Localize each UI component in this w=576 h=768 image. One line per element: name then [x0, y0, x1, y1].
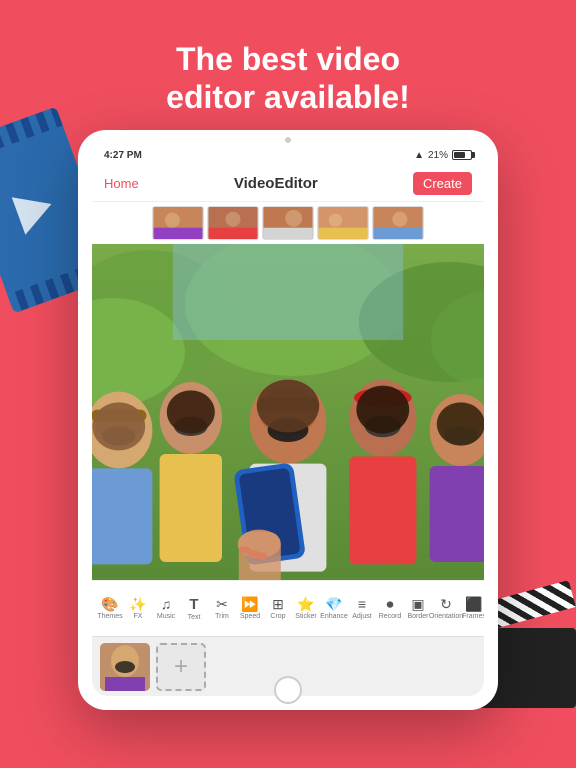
tool-music[interactable]: ♫ Music — [152, 597, 180, 620]
fx-label: FX — [134, 613, 143, 620]
header-line1: The best video — [0, 40, 576, 78]
thumb-4[interactable] — [317, 206, 369, 240]
tool-speed[interactable]: ⏩ Speed — [236, 597, 264, 620]
text-icon: T — [189, 597, 198, 612]
battery-bar — [452, 150, 472, 160]
sticker-icon: ⭐ — [297, 597, 314, 611]
tool-trim[interactable]: ✂ Trim — [208, 597, 236, 620]
video-frame — [92, 244, 484, 580]
nav-create-button[interactable]: Create — [413, 172, 472, 195]
play-icon — [12, 185, 59, 235]
status-time: 4:27 PM — [104, 150, 142, 161]
themes-label: Themes — [97, 613, 122, 620]
tool-themes[interactable]: 🎨 Themes — [96, 597, 124, 620]
enhance-icon: 💎 — [325, 597, 342, 611]
nav-bar: Home VideoEditor Create — [92, 166, 484, 202]
trim-icon: ✂ — [216, 597, 228, 611]
header-tagline: The best video editor available! — [0, 0, 576, 117]
tool-enhance[interactable]: 💎 Enhance — [320, 597, 348, 620]
tool-text[interactable]: T Text — [180, 597, 208, 621]
ipad-device: 4:27 PM ▲ 21% Home VideoEditor Create — [78, 130, 498, 710]
text-label: Text — [188, 614, 201, 621]
tool-sticker[interactable]: ⭐ Sticker — [292, 597, 320, 620]
thumbnail-strip — [92, 202, 484, 244]
header-line2: editor available! — [0, 78, 576, 116]
video-preview-area[interactable] — [92, 244, 484, 580]
tray-add-button[interactable]: + — [156, 643, 206, 691]
record-icon: ⏺ — [387, 597, 394, 611]
adjust-label: Adjust — [352, 613, 371, 620]
crop-label: Crop — [270, 613, 285, 620]
thumb-3[interactable] — [262, 206, 314, 240]
tool-crop[interactable]: ⊞ Crop — [264, 597, 292, 620]
nav-title: VideoEditor — [234, 175, 318, 192]
border-icon: ▣ — [411, 597, 424, 611]
tool-record[interactable]: ⏺ Record — [376, 597, 404, 620]
tool-border[interactable]: ▣ Border — [404, 597, 432, 620]
add-icon: + — [174, 655, 188, 679]
tool-fx[interactable]: ✨ FX — [124, 597, 152, 620]
tool-orientation[interactable]: ↻ Orientation — [432, 597, 460, 620]
adjust-icon: ≡ — [358, 597, 366, 611]
thumb-2[interactable] — [207, 206, 259, 240]
trim-label: Trim — [215, 613, 229, 620]
music-label: Music — [157, 613, 175, 620]
record-label: Record — [379, 613, 402, 620]
border-label: Border — [407, 613, 428, 620]
status-right: ▲ 21% — [414, 150, 472, 161]
orientation-icon: ↻ — [440, 597, 452, 611]
frames-label: Frames — [462, 613, 484, 620]
enhance-label: Enhance — [320, 613, 348, 620]
music-icon: ♫ — [161, 597, 172, 611]
wifi-icon: ▲ — [414, 150, 424, 161]
orientation-label: Orientation — [429, 613, 463, 620]
speed-label: Speed — [240, 613, 260, 620]
fx-icon: ✨ — [129, 597, 146, 611]
nav-home-button[interactable]: Home — [104, 176, 139, 191]
crop-icon: ⊞ — [272, 597, 284, 611]
editing-toolbar: 🎨 Themes ✨ FX ♫ Music T Text ✂ Trim ⏩ Sp… — [92, 580, 484, 636]
status-bar: 4:27 PM ▲ 21% — [92, 144, 484, 166]
tool-adjust[interactable]: ≡ Adjust — [348, 597, 376, 620]
camera-dot — [285, 137, 291, 143]
speed-icon: ⏩ — [241, 597, 258, 611]
ipad-screen: 4:27 PM ▲ 21% Home VideoEditor Create — [92, 144, 484, 696]
themes-icon: 🎨 — [101, 597, 118, 611]
thumb-1[interactable] — [152, 206, 204, 240]
thumb-5[interactable] — [372, 206, 424, 240]
tool-frames[interactable]: ⬛ Frames — [460, 597, 484, 620]
home-button[interactable] — [274, 676, 302, 704]
battery-percent: 21% — [428, 150, 448, 161]
battery-indicator — [452, 150, 472, 160]
tray-thumb-1[interactable] — [100, 643, 150, 691]
battery-fill — [454, 152, 465, 158]
frames-icon: ⬛ — [465, 597, 482, 611]
sticker-label: Sticker — [295, 613, 316, 620]
